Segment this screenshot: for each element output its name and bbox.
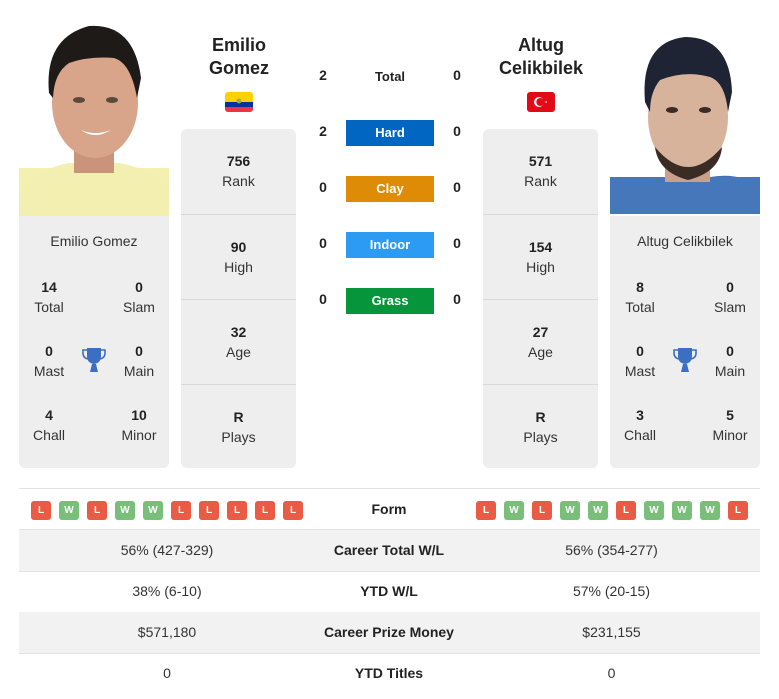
titles-main: 0 Main: [714, 343, 746, 379]
rank-cell: 756 Rank: [222, 153, 255, 189]
stats-row-career-wl: 56% (427-329) Career Total W/L 56% (354-…: [19, 530, 760, 571]
form-badges-left: LWLWWLLLLL: [31, 501, 303, 520]
form-badge-loss: L: [283, 501, 303, 520]
form-badge-loss: L: [171, 501, 191, 520]
player-ranking-card-left: 756 Rank 90 High 32 Age R Plays: [181, 129, 296, 468]
h2h-left-hard: 2: [319, 123, 327, 139]
player-full-name: Altug Celikbilek: [637, 233, 733, 249]
h2h-left-indoor: 0: [319, 235, 327, 251]
form-badge-win: W: [644, 501, 664, 520]
player-first-name: Altug: [518, 35, 564, 55]
h2h-right-grass: 0: [453, 291, 461, 307]
form-badge-win: W: [560, 501, 580, 520]
player-titles-card-right: Altug Celikbilek 8 Total 0 Slam 0 Mast 0 Mai…: [610, 216, 760, 468]
form-badge-loss: L: [255, 501, 275, 520]
form-badges-right: LWLWWLWWWL: [476, 501, 748, 520]
titles-total: 14 Total: [34, 279, 64, 315]
titles-main: 0 Main: [123, 343, 155, 379]
stats-row-ytd-titles: 0 YTD Titles 0: [19, 653, 760, 694]
player-ranking-card-right: 571 Rank 154 High 27 Age R Plays: [483, 129, 598, 468]
plays-cell: R Plays: [483, 384, 598, 469]
player-name-right[interactable]: Altug Celikbilek: [476, 34, 606, 80]
form-badge-win: W: [588, 501, 608, 520]
titles-slam: 0 Slam: [123, 279, 155, 315]
ecuador-flag-icon: [225, 92, 253, 112]
form-badge-win: W: [115, 501, 135, 520]
form-badge-loss: L: [31, 501, 51, 520]
h2h-right-clay: 0: [453, 179, 461, 195]
player-full-name: Emilio Gomez: [50, 233, 138, 249]
form-badge-win: W: [672, 501, 692, 520]
h2h-right-hard: 0: [453, 123, 461, 139]
titles-masters: 0 Mast: [33, 343, 65, 379]
stats-row-prize-money: $571,180 Career Prize Money $231,155: [19, 612, 760, 653]
left-value: 38% (6-10): [132, 583, 202, 599]
form-badge-loss: L: [227, 501, 247, 520]
surface-clay-button[interactable]: Clay: [346, 176, 434, 202]
h2h-right-indoor: 0: [453, 235, 461, 251]
player-titles-card-left: Emilio Gomez 14 Total 0 Slam 0 Mast 0 Main 4…: [19, 216, 169, 468]
age-cell: 32 Age: [181, 299, 296, 384]
left-value: $571,180: [137, 624, 197, 640]
h2h-left-total: 2: [319, 67, 327, 83]
player-first-name: Emilio: [211, 35, 266, 55]
left-value: 56% (427-329): [120, 542, 214, 558]
form-row: LWLWWLLLLL Form LWLWWLWWWL: [19, 489, 760, 530]
row-label: Career Total W/L: [333, 542, 445, 558]
surface-grass-button[interactable]: Grass: [346, 288, 434, 314]
titles-challenger: 3 Chall: [624, 407, 656, 443]
player-name-left[interactable]: Emilio Gomez: [174, 34, 304, 80]
form-badge-win: W: [504, 501, 524, 520]
form-badge-loss: L: [728, 501, 748, 520]
form-badge-loss: L: [532, 501, 552, 520]
titles-minor: 10 Minor: [121, 407, 157, 443]
rank-cell: 571 Rank: [524, 153, 557, 189]
titles-slam: 0 Slam: [714, 279, 746, 315]
titles-total: 8 Total: [625, 279, 655, 315]
titles-masters: 0 Mast: [624, 343, 656, 379]
surface-indoor-button[interactable]: Indoor: [346, 232, 434, 258]
row-label: YTD W/L: [360, 583, 418, 599]
turkey-flag-icon: [527, 92, 555, 112]
form-badge-win: W: [143, 501, 163, 520]
stats-row-ytd-wl: 38% (6-10) YTD W/L 57% (20-15): [19, 571, 760, 612]
player-last-name: Gomez: [208, 58, 269, 78]
h2h-right-total: 0: [453, 67, 461, 83]
left-value: 0: [163, 665, 171, 681]
form-badge-loss: L: [87, 501, 107, 520]
form-badge-win: W: [700, 501, 720, 520]
surface-hard-button[interactable]: Hard: [346, 120, 434, 146]
high-rank-cell: 90 High: [181, 214, 296, 299]
h2h-left-grass: 0: [319, 291, 327, 307]
right-value: 0: [607, 665, 616, 681]
titles-challenger: 4 Chall: [33, 407, 65, 443]
h2h-label-total: Total: [374, 69, 406, 84]
h2h-left-clay: 0: [319, 179, 327, 195]
form-badge-win: W: [59, 501, 79, 520]
row-label: Career Prize Money: [324, 624, 454, 640]
form-badge-loss: L: [616, 501, 636, 520]
form-label: Form: [371, 501, 407, 517]
right-value: $231,155: [582, 624, 641, 640]
right-value: 57% (20-15): [572, 583, 651, 599]
player-last-name: Celikbilek: [498, 58, 584, 78]
player-photo-left: [19, 18, 169, 216]
plays-cell: R Plays: [181, 384, 296, 469]
high-rank-cell: 154 High: [483, 214, 598, 299]
row-label: YTD Titles: [354, 665, 424, 681]
trophy-icon: [673, 347, 697, 373]
form-badge-loss: L: [476, 501, 496, 520]
player-photo-right: [610, 22, 760, 214]
trophy-icon: [82, 347, 106, 373]
form-badge-loss: L: [199, 501, 219, 520]
titles-minor: 5 Minor: [712, 407, 748, 443]
right-value: 56% (354-277): [565, 542, 658, 558]
age-cell: 27 Age: [483, 299, 598, 384]
